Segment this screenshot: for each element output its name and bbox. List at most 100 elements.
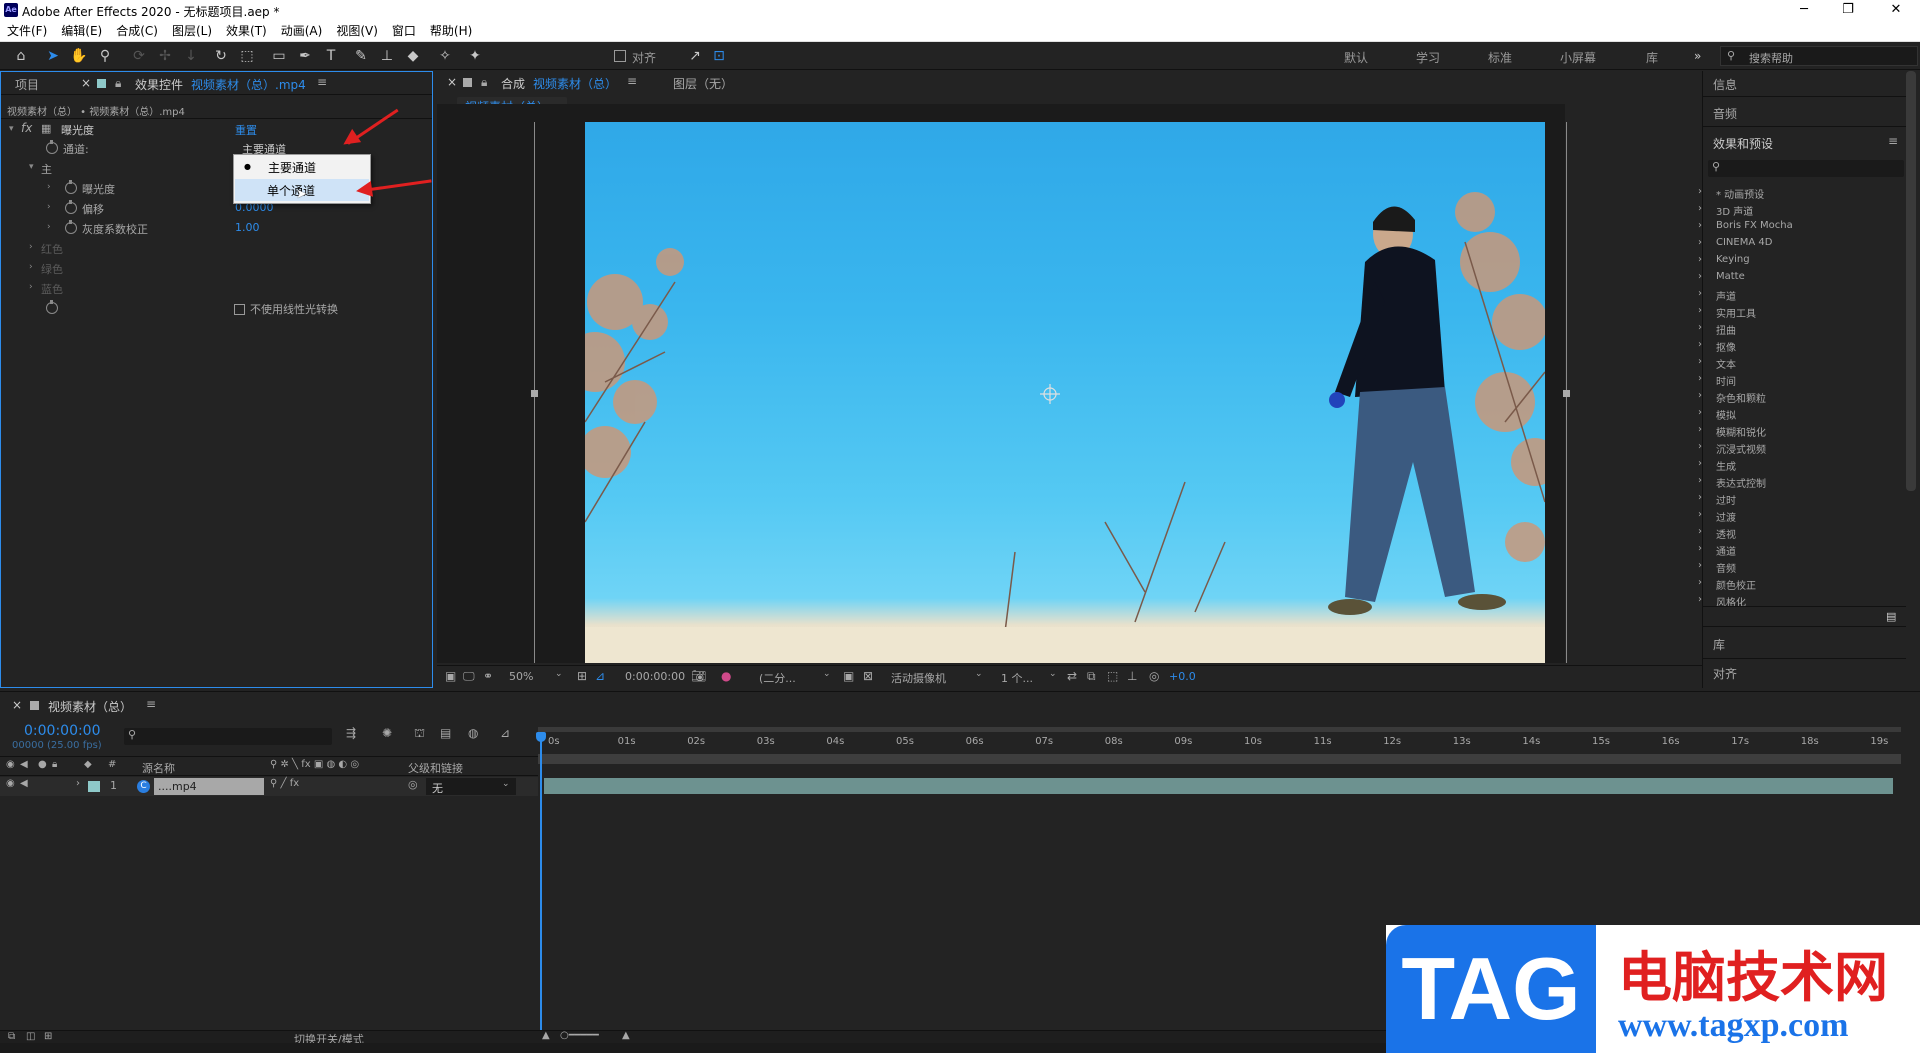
zoom-in-icon[interactable]: ▲ (622, 1030, 630, 1041)
chevron-right-icon[interactable]: › (1698, 254, 1702, 265)
align-checkbox[interactable] (614, 50, 626, 62)
workspace-standard[interactable]: 标准 (1488, 49, 1512, 66)
layer-row[interactable]: ◉ ◀︎ › 1 C ....mp4 ⚲ ╱ fx ◎ 无 ⌄ (0, 777, 538, 796)
audio-panel[interactable]: 音频 (1713, 105, 1737, 122)
column-source-name[interactable]: 源名称 (142, 760, 175, 776)
stopwatch-icon[interactable] (65, 220, 77, 234)
chevron-right-icon[interactable]: › (1698, 322, 1702, 333)
layer-switches-icon[interactable]: ⧉ (8, 1031, 15, 1042)
lock-icon[interactable]: 🔒︎ (481, 75, 487, 90)
effect-category[interactable]: 扭曲 (1716, 322, 1736, 337)
align-panel[interactable]: 对齐 (1713, 665, 1737, 682)
solo-icon[interactable]: ● (38, 759, 47, 770)
parent-select[interactable]: 无 ⌄ (426, 778, 516, 795)
transparency-grid-icon[interactable]: ⊠ (863, 669, 873, 683)
pan-tool-icon[interactable]: ✢ (156, 47, 174, 65)
playhead[interactable] (540, 732, 542, 1044)
chevron-right-icon[interactable]: › (1698, 441, 1702, 452)
audio-icon[interactable]: ◀︎ (20, 759, 28, 770)
restore-icon[interactable]: ❐ (1828, 1, 1868, 19)
library-panel[interactable]: 库 (1713, 636, 1725, 653)
draft-3d-icon[interactable]: ✺ (382, 726, 392, 740)
lock-icon[interactable]: 🔒︎ (52, 759, 57, 770)
flowchart-icon[interactable]: ⬚ (1107, 669, 1118, 683)
close-icon[interactable]: × (12, 698, 22, 712)
effects-scrollbar[interactable] (1906, 71, 1916, 491)
effect-category[interactable]: 实用工具 (1716, 305, 1756, 320)
roi-icon[interactable]: ▣ (843, 669, 854, 683)
workspace-more[interactable]: » (1694, 49, 1701, 63)
close-icon[interactable]: × (81, 76, 91, 90)
timeline-tab[interactable]: 视频素材（总） (48, 698, 132, 715)
chevron-right-icon[interactable]: › (1698, 594, 1702, 605)
tab-layer[interactable]: 图层（无） (673, 75, 733, 92)
work-area-bar[interactable] (538, 727, 1901, 732)
effect-category[interactable]: 颜色校正 (1716, 577, 1756, 592)
frame-blending-icon[interactable]: ▤ (440, 726, 451, 740)
effect-category[interactable]: 沉浸式视频 (1716, 441, 1766, 456)
chevron-right-icon[interactable]: › (1698, 271, 1702, 282)
stretch-icon[interactable]: ⊞ (44, 1031, 52, 1042)
graph-editor-icon[interactable]: ⊿ (500, 726, 510, 740)
panel-menu-icon[interactable]: ≡ (627, 74, 637, 88)
fx-icon[interactable]: fx (21, 121, 32, 135)
close-icon[interactable]: × (447, 75, 457, 89)
effects-search[interactable]: ⚲ (1708, 160, 1904, 177)
chevron-right-icon[interactable]: › (1698, 407, 1702, 418)
menu-window[interactable]: 窗口 (385, 20, 423, 42)
help-search[interactable]: ⚲ 搜索帮助 (1720, 46, 1918, 66)
chevron-right-icon[interactable]: › (1698, 509, 1702, 520)
workspace-learn[interactable]: 学习 (1416, 49, 1440, 66)
column-parent[interactable]: 父级和链接 (408, 760, 463, 776)
views-select[interactable]: 1 个... (1001, 670, 1033, 686)
tab-effect-file[interactable]: 视频素材（总）.mp4 (191, 76, 306, 93)
zoom-tool-icon[interactable]: ⚲ (96, 47, 114, 65)
chevron-right-icon[interactable]: › (1698, 526, 1702, 537)
comp-flowchart-icon[interactable]: ⇶ (346, 726, 356, 740)
panel-menu-icon[interactable]: ≡ (146, 697, 156, 711)
effect-category[interactable]: 通道 (1716, 543, 1736, 558)
shy-layers-icon[interactable]: ⛫ (414, 726, 425, 742)
effect-category[interactable]: 模糊和锐化 (1716, 424, 1766, 439)
effect-category[interactable]: 3D 声道 (1716, 203, 1753, 218)
snap-grid-icon[interactable]: ⊡ (710, 47, 728, 65)
stamp-tool-icon[interactable]: ⊥ (378, 47, 396, 65)
effect-category[interactable]: 表达式控制 (1716, 475, 1766, 490)
effects-presets-panel[interactable]: 效果和预设 (1713, 135, 1773, 152)
chevron-right-icon[interactable]: › (47, 182, 51, 192)
reset-exposure-icon[interactable]: ⧉ (1087, 669, 1096, 684)
effect-category[interactable]: 时间 (1716, 373, 1736, 388)
menu-help[interactable]: 帮助(H) (423, 20, 479, 42)
stopwatch-icon[interactable] (46, 300, 58, 314)
modes-icon[interactable]: ◫ (26, 1031, 35, 1042)
chevron-right-icon[interactable]: › (47, 202, 51, 212)
tab-comp-name[interactable]: 视频素材（总） (533, 75, 617, 92)
effect-category[interactable]: 杂色和颗粒 (1716, 390, 1766, 405)
pen-tool-icon[interactable]: ✒ (296, 47, 314, 65)
chevron-down-icon[interactable]: ⌄ (555, 669, 563, 679)
chevron-right-icon[interactable]: › (29, 262, 33, 272)
prop-gamma-value[interactable]: 1.00 (235, 221, 260, 234)
layer-search[interactable]: ⚲ (124, 728, 332, 745)
selection-tool-icon[interactable]: ➤ (44, 47, 62, 65)
eye-icon[interactable]: ◉ (6, 759, 15, 770)
effect-category[interactable]: 透视 (1716, 526, 1736, 541)
reset-link[interactable]: 重置 (235, 122, 257, 138)
chevron-right-icon[interactable]: › (1698, 356, 1702, 367)
chevron-right-icon[interactable]: › (1698, 475, 1702, 486)
chevron-right-icon[interactable]: › (1698, 305, 1702, 316)
layer-switches[interactable]: ⚲ ╱ fx (270, 778, 299, 789)
rotate-tool-icon[interactable]: ↻ (212, 47, 230, 65)
chevron-right-icon[interactable]: › (1698, 373, 1702, 384)
linear-light-checkbox[interactable] (234, 304, 245, 315)
chevron-right-icon[interactable]: › (1698, 203, 1702, 214)
comp-timecode[interactable]: 0:00:00:00 (625, 670, 685, 683)
effect-category[interactable]: 音频 (1716, 560, 1736, 575)
info-panel[interactable]: 信息 (1713, 76, 1737, 93)
fast-preview-icon[interactable]: ▣ (445, 669, 456, 683)
menu-file[interactable]: 文件(F) (0, 20, 54, 42)
tab-effect-controls[interactable]: 效果控件 (135, 76, 183, 93)
chevron-right-icon[interactable]: › (1698, 288, 1702, 299)
layer-label-color[interactable] (88, 781, 100, 792)
menu-edit[interactable]: 编辑(E) (54, 20, 109, 42)
